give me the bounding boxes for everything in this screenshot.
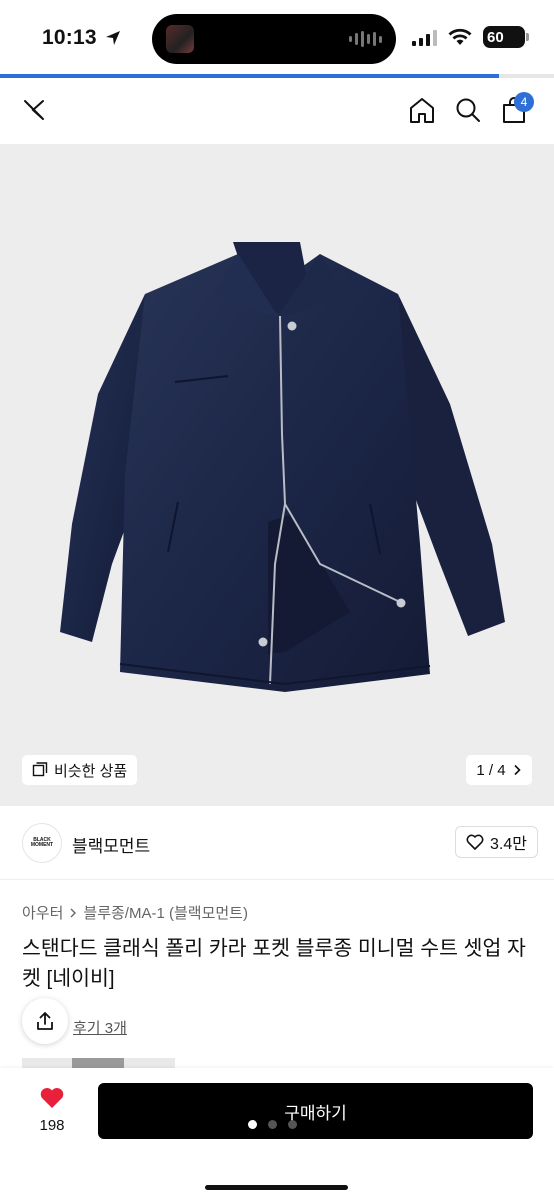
- similar-products-icon: [32, 762, 48, 777]
- top-nav-bar: 4: [0, 78, 554, 144]
- share-button[interactable]: [22, 998, 68, 1044]
- product-title: 스탠다드 클래식 폴리 카라 포켓 블루종 미니멀 수트 셋업 자켓 [네이비]: [22, 937, 526, 990]
- home-indicator: [205, 1185, 348, 1190]
- dynamic-island: [152, 14, 396, 64]
- battery-indicator: 60: [483, 26, 525, 48]
- bottom-action-bar: 198 구매하기: [0, 1068, 554, 1200]
- status-time: 10:13: [42, 26, 97, 49]
- battery-nub: [526, 33, 529, 41]
- breadcrumb-subcategory[interactable]: 블루종/MA-1 (블랙모먼트): [83, 902, 248, 923]
- chevron-right-icon: [514, 764, 521, 776]
- location-arrow-icon: [106, 31, 120, 45]
- audio-wave-icon: [349, 30, 382, 48]
- search-icon: [456, 98, 480, 122]
- heart-filled-icon: [40, 1088, 64, 1108]
- section-tab-strip: [22, 1058, 175, 1068]
- cart-button[interactable]: 4: [494, 90, 534, 130]
- review-link[interactable]: 후기 3개: [73, 1017, 127, 1038]
- wishlist-button[interactable]: 198: [32, 1086, 72, 1134]
- close-button[interactable]: [14, 90, 54, 130]
- brand-like-button[interactable]: 3.4만: [455, 826, 538, 858]
- brand-like-count: 3.4만: [490, 836, 527, 853]
- brand-logo[interactable]: BLACK MOMENT: [22, 823, 62, 863]
- brand-logo-text: BLACK MOMENT: [30, 837, 54, 848]
- home-button[interactable]: [402, 90, 442, 130]
- heart-outline-icon: [466, 834, 484, 850]
- pagination-dots: [248, 1120, 297, 1129]
- cart-count-badge: 4: [514, 92, 534, 112]
- section-tab-active: [72, 1058, 124, 1068]
- product-image-carousel[interactable]: 비슷한 상품 1 / 4: [0, 144, 554, 806]
- breadcrumb-category[interactable]: 아우터: [22, 902, 63, 923]
- pagination-dot-active: [248, 1120, 257, 1129]
- similar-products-label: 비슷한 상품: [54, 762, 128, 780]
- brand-name[interactable]: 블랙모먼트: [72, 832, 150, 857]
- buy-button[interactable]: 구매하기: [98, 1083, 533, 1139]
- product-photo-jacket: [60, 242, 505, 692]
- wishlist-count: 198: [39, 1117, 65, 1134]
- pagination-dot: [288, 1120, 297, 1129]
- cellular-signal-icon: [412, 30, 437, 46]
- image-page-counter[interactable]: 1 / 4: [466, 755, 532, 785]
- search-button[interactable]: [448, 90, 488, 130]
- status-bar: 10:13 60: [0, 0, 554, 76]
- image-page-indicator: 1 / 4: [476, 761, 506, 779]
- breadcrumb: 아우터 블루종/MA-1 (블랙모먼트): [22, 902, 248, 923]
- wifi-icon: [448, 28, 472, 45]
- pagination-dot: [268, 1120, 277, 1129]
- close-icon: [24, 100, 44, 120]
- now-playing-artwork: [166, 25, 194, 53]
- similar-products-button[interactable]: 비슷한 상품: [22, 755, 138, 785]
- chevron-right-icon: [70, 908, 77, 917]
- home-icon: [410, 98, 434, 123]
- share-icon: [37, 1012, 53, 1030]
- brand-row: BLACK MOMENT 블랙모먼트 3.4만: [0, 806, 554, 880]
